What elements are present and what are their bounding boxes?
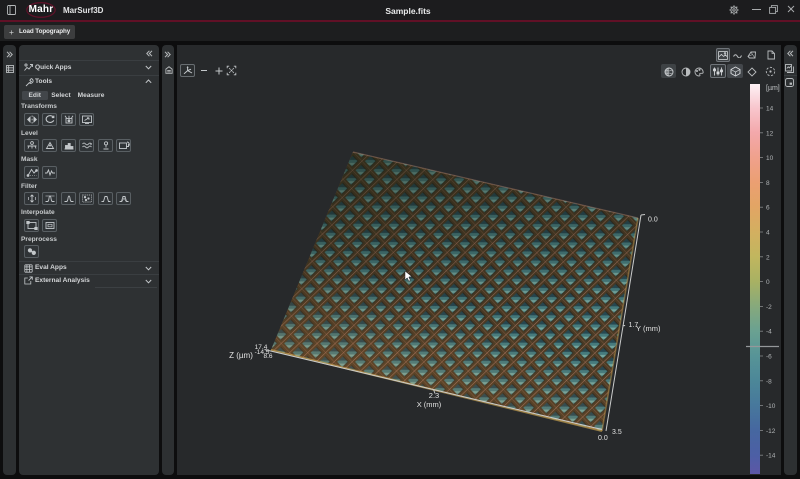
svg-text:[µm]: [µm] bbox=[766, 85, 780, 92]
svg-text:X (mm): X (mm) bbox=[417, 400, 442, 409]
svg-text:6: 6 bbox=[766, 205, 770, 212]
svg-text:0.0: 0.0 bbox=[598, 435, 608, 442]
svg-text:Y (mm): Y (mm) bbox=[636, 324, 661, 333]
svg-text:14: 14 bbox=[766, 106, 774, 113]
svg-text:-6: -6 bbox=[766, 354, 772, 361]
svg-text:0.0: 0.0 bbox=[648, 217, 658, 224]
svg-text:8.6: 8.6 bbox=[263, 353, 272, 360]
svg-text:4: 4 bbox=[766, 230, 770, 237]
svg-text:2: 2 bbox=[766, 254, 770, 261]
svg-text:8: 8 bbox=[766, 180, 770, 187]
svg-text:-8: -8 bbox=[766, 378, 772, 385]
svg-text:10: 10 bbox=[766, 155, 774, 162]
svg-text:-12: -12 bbox=[766, 428, 776, 435]
svg-text:0: 0 bbox=[766, 279, 770, 286]
svg-text:-14: -14 bbox=[766, 453, 776, 460]
svg-text:Z (µm): Z (µm) bbox=[229, 351, 253, 360]
svg-text:-10: -10 bbox=[766, 403, 776, 410]
svg-text:3.5: 3.5 bbox=[612, 429, 622, 436]
svg-text:-4: -4 bbox=[766, 329, 772, 336]
svg-text:12: 12 bbox=[766, 130, 774, 137]
svg-text:-2: -2 bbox=[766, 304, 772, 311]
svg-text:2.3: 2.3 bbox=[429, 391, 439, 400]
